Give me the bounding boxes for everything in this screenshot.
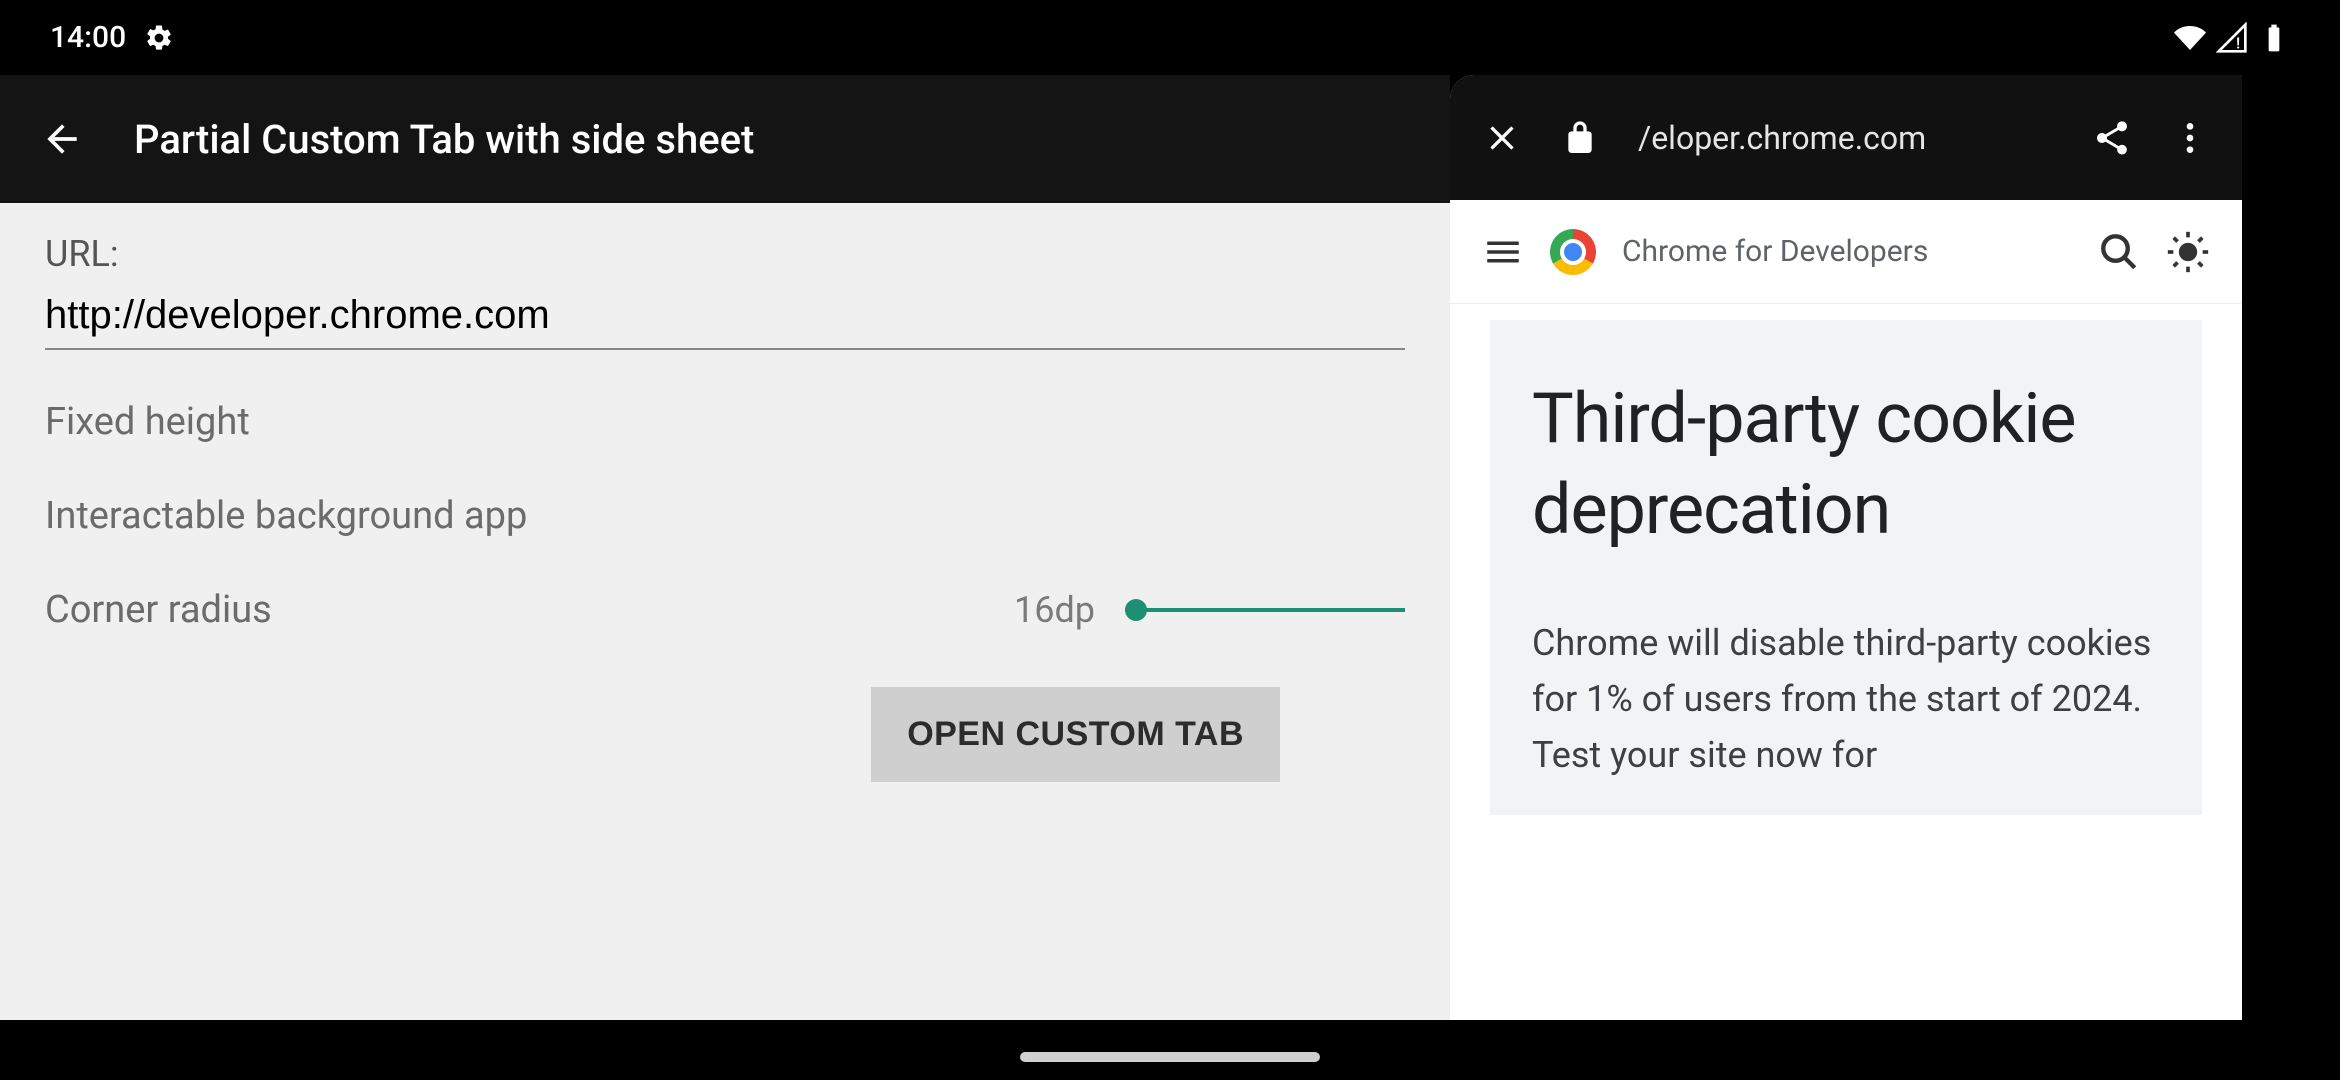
background-app[interactable]: Partial Custom Tab with side sheet URL: …	[0, 75, 1450, 1020]
option-interactable-bg[interactable]: Interactable background app	[45, 494, 527, 538]
svg-text:!: !	[2236, 33, 2240, 52]
app-topbar: Partial Custom Tab with side sheet	[0, 75, 1450, 203]
theme-toggle-icon[interactable]	[2166, 230, 2210, 274]
battery-icon	[2258, 22, 2290, 54]
close-icon[interactable]	[1482, 118, 1522, 158]
url-label: URL:	[45, 233, 1405, 275]
back-icon[interactable]	[40, 117, 84, 161]
site-title[interactable]: Chrome for Developers	[1622, 234, 1928, 269]
corner-radius-value: 16dp	[1014, 589, 1125, 631]
article-body: Chrome will disable third-party cookies …	[1532, 616, 2160, 783]
hamburger-icon[interactable]	[1482, 231, 1524, 273]
article-heading: Third-party cookie deprecation	[1532, 374, 2160, 556]
corner-radius-slider[interactable]	[1125, 608, 1405, 612]
search-icon[interactable]	[2098, 231, 2140, 273]
chrome-logo-icon	[1550, 229, 1596, 275]
gesture-nav-pill[interactable]	[1020, 1052, 1320, 1062]
gear-icon	[144, 23, 174, 53]
wifi-icon	[2174, 22, 2206, 54]
site-header: Chrome for Developers	[1450, 200, 2242, 304]
url-input[interactable]	[45, 287, 1405, 350]
custom-tab-side-sheet: /eloper.chrome.com Chrome for Developers…	[1450, 75, 2242, 1020]
page-content[interactable]: Third-party cookie deprecation Chrome wi…	[1450, 304, 2242, 1020]
lock-icon[interactable]	[1560, 118, 1600, 158]
option-fixed-height[interactable]: Fixed height	[45, 400, 250, 444]
nav-bar	[0, 1020, 2340, 1080]
status-time: 14:00	[50, 20, 126, 55]
app-title: Partial Custom Tab with side sheet	[134, 116, 754, 163]
more-icon[interactable]	[2170, 118, 2210, 158]
signal-icon: !	[2216, 22, 2248, 54]
share-icon[interactable]	[2092, 118, 2132, 158]
custom-tab-toolbar: /eloper.chrome.com	[1450, 75, 2242, 200]
device-black-bar	[2242, 75, 2340, 1020]
open-custom-tab-button[interactable]: OPEN CUSTOM TAB	[871, 687, 1280, 782]
option-corner-radius: Corner radius	[45, 588, 272, 632]
address-text[interactable]: /eloper.chrome.com	[1638, 119, 2054, 157]
status-bar: 14:00 !	[0, 0, 2340, 75]
